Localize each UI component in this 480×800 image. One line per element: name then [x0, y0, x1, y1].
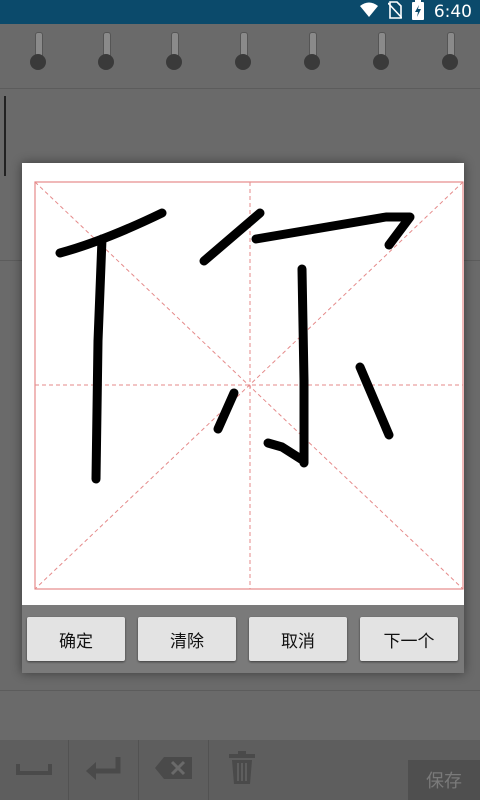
backspace-button[interactable]	[140, 740, 209, 800]
confirm-button[interactable]: 确定	[27, 617, 125, 661]
clock: 6:40	[433, 2, 472, 22]
notebook-rule	[0, 690, 480, 691]
notebook-rings	[0, 24, 480, 84]
ring	[235, 32, 251, 70]
ring	[304, 32, 320, 70]
ring	[166, 32, 182, 70]
bottom-toolbar: 保存	[0, 740, 480, 800]
text-cursor	[4, 96, 6, 176]
clear-button[interactable]: 清除	[138, 617, 236, 661]
ink-strokes	[55, 208, 415, 484]
ring	[442, 32, 458, 70]
drawing-canvas[interactable]	[34, 181, 464, 591]
no-sim-icon	[387, 1, 403, 23]
wifi-icon	[359, 2, 378, 22]
space-icon	[16, 761, 52, 780]
status-bar: 6:40	[0, 0, 480, 24]
backspace-icon	[154, 755, 194, 785]
notebook-rule	[0, 88, 480, 89]
trash-icon	[227, 751, 257, 789]
cancel-button[interactable]: 取消	[249, 617, 347, 661]
space-button[interactable]	[0, 740, 69, 800]
ring	[98, 32, 114, 70]
save-button[interactable]: 保存	[408, 760, 480, 800]
ring	[373, 32, 389, 70]
dialog-button-bar: 确定 清除 取消 下一个	[22, 605, 464, 673]
next-button[interactable]: 下一个	[360, 617, 458, 661]
delete-button[interactable]	[208, 740, 276, 800]
handwriting-dialog: 确定 清除 取消 下一个	[22, 163, 464, 673]
battery-charging-icon	[411, 0, 424, 24]
enter-icon	[84, 755, 124, 785]
enter-button[interactable]	[70, 740, 139, 800]
ring	[30, 32, 46, 70]
